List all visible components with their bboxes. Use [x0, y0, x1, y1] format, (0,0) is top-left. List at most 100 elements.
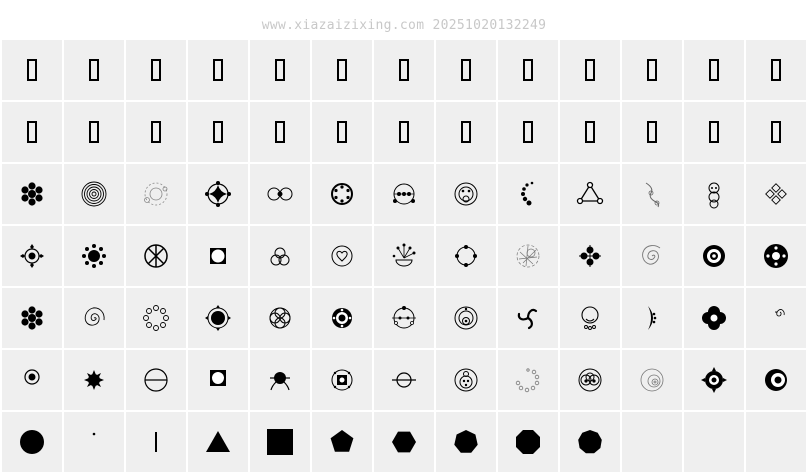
- glyph-cell[interactable]: [684, 40, 744, 100]
- glyph-cell[interactable]: [64, 412, 124, 472]
- glyph-cell[interactable]: [126, 164, 186, 224]
- glyph-cell[interactable]: [2, 412, 62, 472]
- ring-of-dots-icon: [331, 183, 353, 205]
- glyph-cell[interactable]: [374, 288, 434, 348]
- glyph-cell[interactable]: [374, 412, 434, 472]
- glyph-cell[interactable]: [2, 350, 62, 410]
- glyph-cell[interactable]: [2, 226, 62, 286]
- glyph-cell[interactable]: [436, 412, 496, 472]
- glyph-cell[interactable]: [64, 164, 124, 224]
- glyph-cell[interactable]: [126, 350, 186, 410]
- glyph-cell[interactable]: [560, 350, 620, 410]
- notdef-icon: [213, 59, 223, 81]
- notdef-icon: [461, 59, 471, 81]
- glyph-cell[interactable]: [684, 288, 744, 348]
- glyph-cell[interactable]: [498, 164, 558, 224]
- glyph-cell[interactable]: [622, 226, 682, 286]
- glyph-cell[interactable]: [188, 350, 248, 410]
- glyph-cell[interactable]: [436, 40, 496, 100]
- glyph-cell[interactable]: [622, 102, 682, 162]
- triangle-nodes-icon: [576, 181, 604, 205]
- glyph-cell[interactable]: [436, 288, 496, 348]
- glyph-cell[interactable]: [374, 102, 434, 162]
- glyph-cell[interactable]: [312, 164, 372, 224]
- theta-circle-icon: [144, 368, 168, 392]
- glyph-cell[interactable]: [436, 102, 496, 162]
- dot-cross-icon: [579, 245, 601, 267]
- glyph-cell[interactable]: [498, 40, 558, 100]
- glyph-cell[interactable]: [312, 226, 372, 286]
- glyph-cell[interactable]: [746, 164, 806, 224]
- glyph-cell[interactable]: [312, 288, 372, 348]
- glyph-cell[interactable]: [312, 102, 372, 162]
- glyph-cell[interactable]: [746, 40, 806, 100]
- glyph-cell[interactable]: [622, 288, 682, 348]
- glyph-cell[interactable]: [250, 40, 310, 100]
- glyph-cell[interactable]: [188, 226, 248, 286]
- glyph-cell[interactable]: [2, 102, 62, 162]
- crossed-circle-icon: [392, 372, 416, 388]
- glyph-cell[interactable]: [746, 350, 806, 410]
- glyph-cell[interactable]: [374, 164, 434, 224]
- glyph-cell[interactable]: [126, 102, 186, 162]
- glyph-cell[interactable]: [436, 164, 496, 224]
- glyph-cell[interactable]: [436, 350, 496, 410]
- glyph-cell[interactable]: [374, 350, 434, 410]
- glyph-cell[interactable]: [622, 350, 682, 410]
- glyph-cell[interactable]: [746, 102, 806, 162]
- glyph-cell[interactable]: [312, 412, 372, 472]
- glyph-cell[interactable]: [126, 288, 186, 348]
- glyph-cell[interactable]: [2, 40, 62, 100]
- glyph-cell[interactable]: [64, 288, 124, 348]
- glyph-cell[interactable]: [498, 412, 558, 472]
- glyph-cell[interactable]: [64, 40, 124, 100]
- glyph-cell[interactable]: [684, 226, 744, 286]
- glyph-cell[interactable]: [560, 102, 620, 162]
- glyph-cell[interactable]: [684, 102, 744, 162]
- glyph-cell[interactable]: [312, 350, 372, 410]
- glyph-cell[interactable]: [498, 102, 558, 162]
- glyph-cell[interactable]: [746, 226, 806, 286]
- glyph-cell[interactable]: [250, 412, 310, 472]
- glyph-cell[interactable]: [250, 102, 310, 162]
- glyph-cell[interactable]: [560, 412, 620, 472]
- glyph-cell[interactable]: [126, 412, 186, 472]
- glyph-cell[interactable]: [746, 288, 806, 348]
- glyph-cell[interactable]: [250, 164, 310, 224]
- glyph-cell[interactable]: [64, 226, 124, 286]
- glyph-cell[interactable]: [498, 350, 558, 410]
- target-dot-icon: [24, 369, 40, 385]
- glyph-cell[interactable]: [684, 164, 744, 224]
- glyph-cell[interactable]: [560, 164, 620, 224]
- glyph-cell[interactable]: [622, 40, 682, 100]
- glyph-cell[interactable]: [498, 288, 558, 348]
- glyph-cell[interactable]: [436, 226, 496, 286]
- glyph-cell[interactable]: [188, 288, 248, 348]
- glyph-cell[interactable]: [2, 164, 62, 224]
- glyph-cell[interactable]: [498, 226, 558, 286]
- nested-circles-icon: [454, 182, 478, 206]
- notdef-icon: [585, 59, 595, 81]
- glyph-cell[interactable]: [126, 226, 186, 286]
- glyph-cell[interactable]: [250, 350, 310, 410]
- glyph-cell[interactable]: [188, 412, 248, 472]
- glyph-cell[interactable]: [64, 102, 124, 162]
- glyph-cell[interactable]: [560, 288, 620, 348]
- glyph-cell[interactable]: [560, 226, 620, 286]
- concentric-rings-icon: [81, 181, 107, 207]
- glyph-cell[interactable]: [684, 350, 744, 410]
- glyph-cell[interactable]: [622, 164, 682, 224]
- glyph-cell[interactable]: [188, 102, 248, 162]
- glyph-cell[interactable]: [560, 40, 620, 100]
- glyph-cell[interactable]: [64, 350, 124, 410]
- glyph-cell[interactable]: [250, 226, 310, 286]
- glyph-cell[interactable]: [374, 40, 434, 100]
- face-circle-icon: [454, 368, 478, 392]
- glyph-cell[interactable]: [250, 288, 310, 348]
- glyph-cell[interactable]: [188, 40, 248, 100]
- glyph-cell[interactable]: [312, 40, 372, 100]
- glyph-cell[interactable]: [374, 226, 434, 286]
- glyph-cell[interactable]: [2, 288, 62, 348]
- glyph-cell[interactable]: [126, 40, 186, 100]
- glyph-cell[interactable]: [188, 164, 248, 224]
